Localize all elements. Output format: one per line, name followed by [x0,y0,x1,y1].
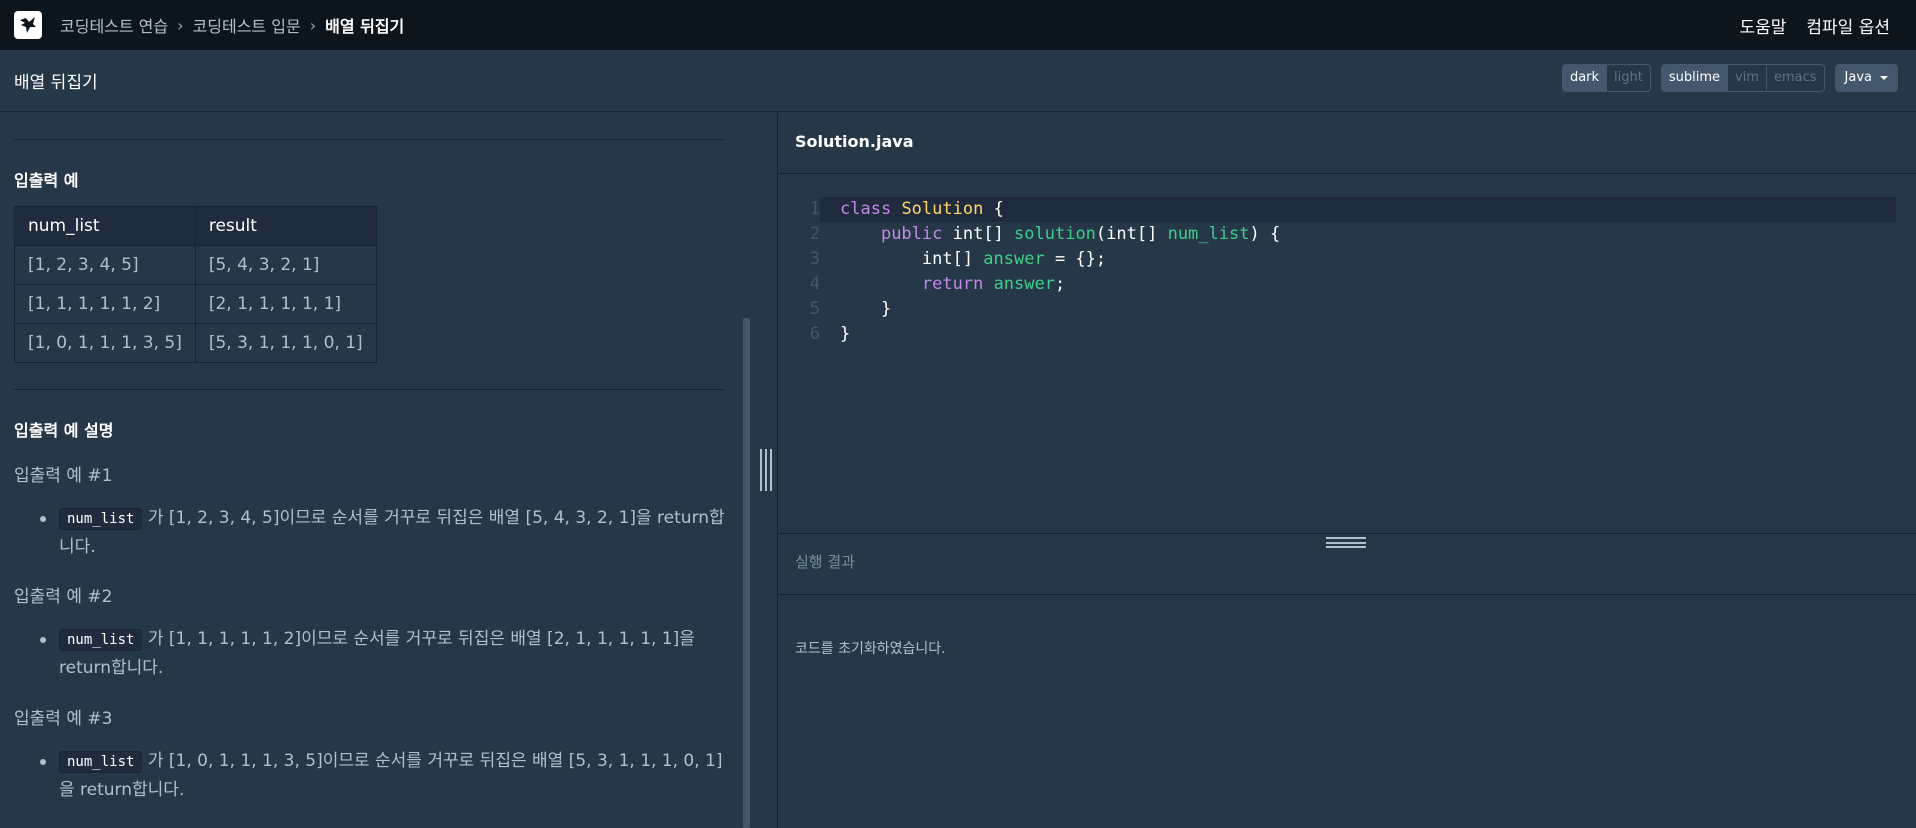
code-line: 3 int[] answer = {}; [778,247,1916,272]
result-title: 실행 결과 [795,553,855,571]
example-text: 가 [1, 2, 3, 4, 5]이므로 순서를 거꾸로 뒤집은 배열 [5, … [59,508,725,557]
breadcrumb-item-current: 배열 뒤집기 [325,17,405,36]
theme-light-button[interactable]: light [1606,65,1650,91]
editor-panel: Solution.java 1 class Solution { 2 publi… [778,113,1916,828]
language-label: Java [1844,70,1872,85]
code-line: 2 public int[] solution(int[] num_list) … [778,222,1916,247]
inline-code: num_list [59,508,143,530]
breadcrumb: 코딩테스트 연습 › 코딩테스트 입문 › 배열 뒤집기 [60,13,404,37]
line-number: 1 [809,199,820,219]
programmers-logo-icon[interactable] [14,11,42,39]
panel-divider [778,533,1916,534]
resize-handle-icon[interactable] [1326,537,1366,548]
example-title: 입출력 예 #3 [14,709,113,729]
compile-options-link[interactable]: 컴파일 옵션 [1806,13,1890,38]
table-cell: [1, 2, 3, 4, 5] [14,245,196,285]
bullet-icon [40,516,46,522]
file-tab[interactable]: Solution.java [778,113,1916,174]
keymap-emacs-button[interactable]: emacs [1765,65,1824,91]
breadcrumb-item-practice[interactable]: 코딩테스트 연습 [60,13,168,37]
bullet-icon [40,637,46,643]
code-line: 4 return answer; [778,272,1916,297]
keymap-vim-button[interactable]: vim [1727,65,1766,91]
line-number: 6 [809,324,820,344]
table-cell: [5, 3, 1, 1, 1, 0, 1] [194,323,377,363]
page-title: 배열 뒤집기 [14,73,98,93]
table-row: [1, 0, 1, 1, 1, 3, 5] [5, 3, 1, 1, 1, 0,… [14,323,377,363]
result-message: 코드를 초기화하였습니다. [795,641,946,657]
io-example-table: num_list result [1, 2, 3, 4, 5] [5, 4, 3… [14,206,377,363]
challenge-header: 배열 뒤집기 dark light sublime vim emacs Java [0,50,1916,112]
chevron-right-icon: › [309,15,317,35]
io-example-heading: 입출력 예 [14,171,79,190]
line-number: 3 [809,249,820,269]
caret-down-icon [1880,76,1888,80]
list-item: num_list 가 [1, 2, 3, 4, 5]이므로 순서를 거꾸로 뒤집… [40,504,730,561]
language-dropdown[interactable]: Java [1834,64,1898,92]
inline-code: num_list [59,751,143,773]
inline-code: num_list [59,629,143,651]
code-line: 6 } [778,322,1916,347]
theme-dark-button[interactable]: dark [1562,65,1607,91]
breadcrumb-item-intro[interactable]: 코딩테스트 입문 [193,13,301,37]
divider [778,594,1916,595]
table-row: [1, 1, 1, 1, 1, 2] [2, 1, 1, 1, 1, 1] [14,284,377,324]
divider [14,139,724,140]
list-item: num_list 가 [1, 1, 1, 1, 1, 2]이므로 순서를 거꾸로… [40,625,730,682]
io-explanation-heading: 입출력 예 설명 [14,421,114,440]
example-text: 가 [1, 0, 1, 1, 1, 3, 5]이므로 순서를 거꾸로 뒤집은 배… [59,751,723,800]
scrollbar[interactable] [743,318,750,828]
list-item: num_list 가 [1, 0, 1, 1, 1, 3, 5]이므로 순서를 … [40,747,730,804]
help-link[interactable]: 도움말 [1739,13,1786,38]
code-editor[interactable]: 1 class Solution { 2 public int[] soluti… [778,175,1916,533]
code-line: 1 class Solution { [778,197,1916,222]
keymap-toggle: sublime vim emacs [1660,64,1825,92]
table-header-cell: num_list [14,206,196,246]
chevron-right-icon: › [177,15,184,35]
table-cell: [1, 1, 1, 1, 1, 2] [14,284,196,324]
table-header-row: num_list result [14,206,377,246]
problem-description-panel: 입출력 예 num_list result [1, 2, 3, 4, 5] [5… [0,113,750,828]
top-nav: 코딩테스트 연습 › 코딩테스트 입문 › 배열 뒤집기 도움말 컴파일 옵션 [0,0,1916,50]
line-number: 2 [809,224,820,244]
table-cell: [1, 0, 1, 1, 1, 3, 5] [14,323,196,363]
table-cell: [2, 1, 1, 1, 1, 1] [194,284,377,324]
theme-toggle: dark light [1561,64,1651,92]
example-title: 입출력 예 #1 [14,466,113,486]
line-number: 4 [809,274,820,294]
code-line: 5 } [778,297,1916,322]
bullet-icon [40,759,46,765]
table-header-cell: result [194,206,377,246]
example-text: 가 [1, 1, 1, 1, 1, 2]이므로 순서를 거꾸로 뒤집은 배열 [… [59,629,695,678]
table-cell: [5, 4, 3, 2, 1] [194,245,377,285]
divider [14,389,724,390]
table-row: [1, 2, 3, 4, 5] [5, 4, 3, 2, 1] [14,245,377,285]
resize-handle-icon[interactable] [760,449,772,491]
keymap-sublime-button[interactable]: sublime [1661,65,1727,91]
example-title: 입출력 예 #2 [14,587,113,607]
line-number: 5 [809,299,820,319]
